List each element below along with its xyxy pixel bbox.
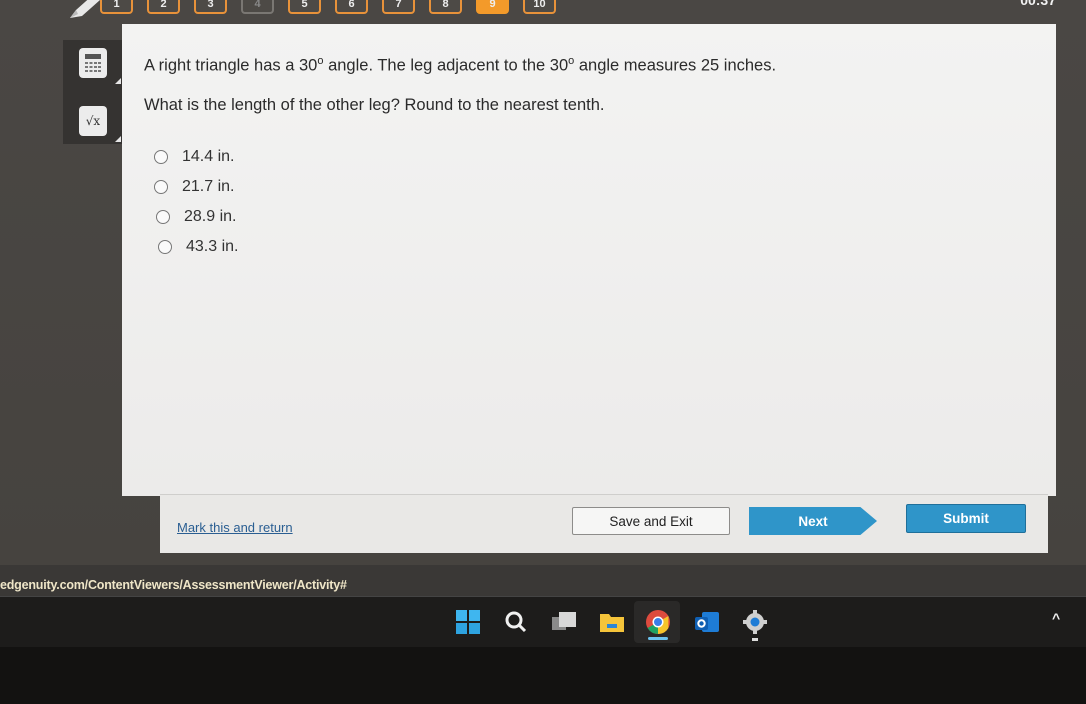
- chrome-icon[interactable]: [645, 609, 671, 635]
- question-nav-button[interactable]: 3: [194, 0, 227, 14]
- taskbar: [0, 597, 1086, 647]
- outlook-icon[interactable]: [694, 609, 720, 635]
- save-and-exit-button[interactable]: Save and Exit: [572, 507, 730, 535]
- choice-label: 43.3 in.: [186, 238, 239, 255]
- choice-label: 28.9 in.: [184, 208, 237, 225]
- radio-button[interactable]: [158, 240, 172, 254]
- settings-icon[interactable]: [742, 609, 768, 635]
- app-running-indicator: [752, 638, 758, 641]
- assessment-viewer: 1 2 3 4 5 6 7 8 9 10 00:37 √x A right tr…: [0, 0, 1086, 565]
- task-view-icon[interactable]: [551, 609, 577, 635]
- expand-triangle-icon: [115, 78, 121, 84]
- next-button[interactable]: Next: [749, 507, 877, 535]
- status-bar-url: edgenuity.com/ContentViewers/AssessmentV…: [0, 578, 347, 592]
- question-footer: Mark this and return Save and Exit Next …: [160, 494, 1048, 553]
- question-nav-button[interactable]: 7: [382, 0, 415, 14]
- tool-panel: √x: [63, 40, 123, 144]
- choice-label: 14.4 in.: [182, 148, 235, 165]
- search-icon[interactable]: [503, 609, 529, 635]
- question-text: A right triangle has a 30o angle. The le…: [144, 50, 777, 114]
- submit-button[interactable]: Submit: [906, 504, 1026, 533]
- answer-choice[interactable]: 14.4 in.: [154, 142, 238, 172]
- question-nav-button[interactable]: 8: [429, 0, 462, 14]
- answer-choice[interactable]: 28.9 in.: [156, 202, 238, 232]
- question-text-part: A right triangle has a 30: [144, 56, 318, 75]
- choice-label: 21.7 in.: [182, 178, 235, 195]
- windows-start-icon[interactable]: [455, 609, 481, 635]
- tray-chevron-up-icon[interactable]: ^: [1052, 610, 1060, 626]
- timer: 00:37: [1020, 0, 1056, 8]
- question-nav-button-current[interactable]: 9: [476, 0, 509, 14]
- radio-button[interactable]: [154, 150, 168, 164]
- calculator-icon[interactable]: [79, 48, 107, 78]
- question-nav-button[interactable]: 1: [100, 0, 133, 14]
- answer-choice[interactable]: 43.3 in.: [158, 232, 238, 262]
- file-explorer-icon[interactable]: [599, 609, 625, 635]
- question-panel: A right triangle has a 30o angle. The le…: [122, 24, 1056, 496]
- question-nav-button[interactable]: 6: [335, 0, 368, 14]
- question-prompt: What is the length of the other leg? Rou…: [144, 96, 605, 114]
- answer-choices: 14.4 in. 21.7 in. 28.9 in. 43.3 in.: [154, 142, 238, 262]
- expand-triangle-icon: [115, 136, 121, 142]
- mark-and-return-link[interactable]: Mark this and return: [177, 520, 293, 535]
- screen-bezel: [0, 647, 1086, 704]
- radio-button[interactable]: [156, 210, 170, 224]
- square-root-icon[interactable]: √x: [79, 106, 107, 136]
- question-nav-button[interactable]: 10: [523, 0, 556, 14]
- question-text-part: angle measures 25 inches.: [574, 56, 777, 75]
- answer-choice[interactable]: 21.7 in.: [154, 172, 238, 202]
- question-text-part: angle. The leg adjacent to the 30: [323, 56, 569, 75]
- question-nav-button[interactable]: 4: [241, 0, 274, 14]
- radio-button[interactable]: [154, 180, 168, 194]
- question-nav-button[interactable]: 5: [288, 0, 321, 14]
- question-navigation: 1 2 3 4 5 6 7 8 9 10: [100, 0, 556, 14]
- active-app-indicator: [648, 637, 668, 640]
- question-nav-button[interactable]: 2: [147, 0, 180, 14]
